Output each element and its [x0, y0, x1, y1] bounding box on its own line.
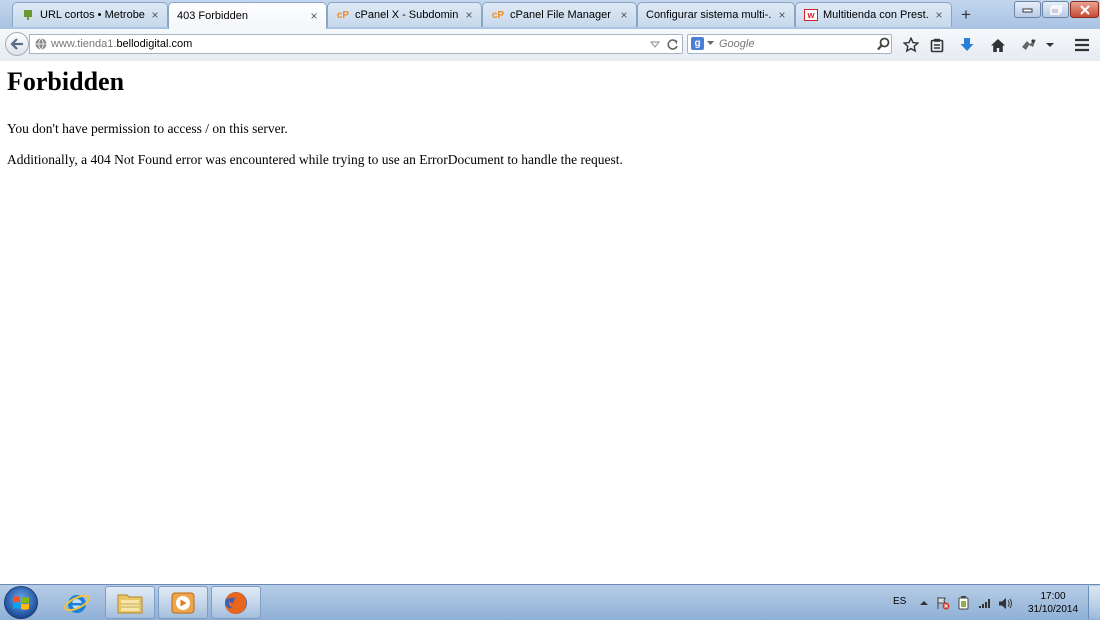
tab-403-forbidden[interactable]: 403 Forbidden ×	[168, 2, 327, 29]
show-hidden-icons-icon[interactable]	[918, 597, 930, 609]
chevron-down-icon	[1046, 43, 1054, 47]
taskbar-file-explorer[interactable]	[105, 586, 155, 619]
url-domain: bellodigital.com	[116, 38, 193, 50]
restore-icon	[1049, 4, 1062, 15]
history-dropdown-icon[interactable]	[650, 38, 660, 50]
clipboard-icon	[930, 38, 944, 52]
restore-button[interactable]	[1042, 1, 1069, 18]
new-tab-button[interactable]: +	[956, 5, 976, 25]
tab-cpanel-file-manager[interactable]: cP cPanel File Manager v3 ×	[482, 2, 637, 27]
tab-strip: URL cortos • Metrobe... × 403 Forbidden …	[0, 0, 1100, 29]
url-text[interactable]: www.tienda1.bellodigital.com	[51, 38, 192, 50]
volume-icon[interactable]	[998, 597, 1012, 610]
addon-dropdown-button[interactable]	[1041, 35, 1059, 55]
minimize-icon	[1022, 8, 1033, 12]
addon-button[interactable]	[1019, 35, 1039, 55]
bookmark-button[interactable]	[901, 35, 921, 55]
start-button[interactable]	[4, 586, 38, 619]
address-bar[interactable]: www.tienda1.bellodigital.com	[29, 34, 683, 54]
back-arrow-icon	[10, 38, 23, 50]
tab-label: Configurar sistema multi-...	[646, 9, 772, 21]
taskbar-firefox[interactable]	[211, 586, 261, 619]
network-signal-icon[interactable]	[978, 597, 992, 609]
bookmarks-menu-button[interactable]	[927, 35, 947, 55]
home-icon	[991, 38, 1005, 52]
system-clock[interactable]: 17:00 31/10/2014	[1020, 590, 1086, 616]
clock-date: 31/10/2014	[1027, 604, 1079, 615]
downloads-button[interactable]	[957, 35, 977, 55]
firefox-icon	[225, 591, 247, 614]
minimize-button[interactable]	[1014, 1, 1041, 18]
tab-close-icon[interactable]: ×	[618, 8, 630, 22]
tab-label: URL cortos • Metrobe...	[40, 9, 145, 21]
show-desktop-button[interactable]	[1088, 586, 1100, 619]
menu-button[interactable]	[1072, 35, 1092, 55]
globe-icon	[35, 38, 47, 50]
reload-icon[interactable]	[666, 37, 679, 51]
home-button[interactable]	[988, 35, 1008, 55]
tab-close-icon[interactable]: ×	[149, 8, 161, 22]
search-icon[interactable]	[877, 37, 890, 51]
addon-icon	[1022, 39, 1036, 50]
tab-label: cPanel File Manager v3	[510, 9, 614, 21]
tab-label: Multitienda con Prest...	[823, 9, 929, 21]
error-document-message: Additionally, a 404 Not Found error was …	[7, 152, 623, 167]
language-indicator[interactable]: ES	[893, 596, 906, 607]
google-engine-icon[interactable]: g	[691, 37, 704, 50]
clock-time: 17:00	[1040, 591, 1066, 602]
page-content: Forbidden You don't have permission to a…	[0, 61, 1100, 584]
tab-configurar-sistema[interactable]: Configurar sistema multi-... ×	[637, 2, 795, 27]
close-window-button[interactable]	[1070, 1, 1099, 18]
media-player-icon	[171, 592, 195, 613]
permission-message: You don't have permission to access / on…	[7, 121, 288, 136]
chevron-down-icon[interactable]	[707, 39, 714, 47]
hamburger-menu-icon	[1075, 38, 1089, 52]
taskbar-internet-explorer[interactable]	[52, 586, 102, 619]
back-button[interactable]	[5, 32, 29, 56]
windows-logo-icon	[13, 595, 29, 610]
power-icon[interactable]	[957, 596, 970, 610]
search-bar[interactable]: g Google	[687, 34, 892, 54]
star-icon	[903, 37, 919, 53]
tab-close-icon[interactable]: ×	[308, 9, 320, 23]
prestashop-icon: w	[804, 9, 818, 21]
cpanel-icon: cP	[491, 9, 505, 21]
tab-label: cPanel X - Subdomini...	[355, 9, 459, 21]
url-prefix: www.tienda1.	[51, 38, 117, 50]
tab-multitienda[interactable]: w Multitienda con Prest... ×	[795, 2, 952, 27]
close-icon	[1079, 4, 1090, 15]
tab-cpanel-subdomains[interactable]: cP cPanel X - Subdomini... ×	[327, 2, 482, 27]
metrobe-icon	[21, 8, 35, 22]
windows-taskbar: ES 17:00 31/10/2014	[0, 584, 1100, 620]
tab-close-icon[interactable]: ×	[463, 8, 475, 22]
tab-close-icon[interactable]: ×	[933, 8, 945, 22]
tab-label: 403 Forbidden	[177, 10, 248, 22]
action-center-flag-icon[interactable]	[936, 596, 950, 610]
tab-close-icon[interactable]: ×	[776, 8, 788, 22]
internet-explorer-icon	[64, 594, 90, 613]
cpanel-icon: cP	[336, 9, 350, 21]
search-placeholder: Google	[719, 38, 755, 50]
folder-icon	[117, 594, 143, 613]
download-arrow-icon	[960, 38, 974, 51]
tab-url-cortos[interactable]: URL cortos • Metrobe... ×	[12, 2, 168, 27]
taskbar-media-player[interactable]	[158, 586, 208, 619]
page-title: Forbidden	[7, 67, 125, 96]
navigation-toolbar: www.tienda1.bellodigital.com g Google	[0, 29, 1100, 62]
